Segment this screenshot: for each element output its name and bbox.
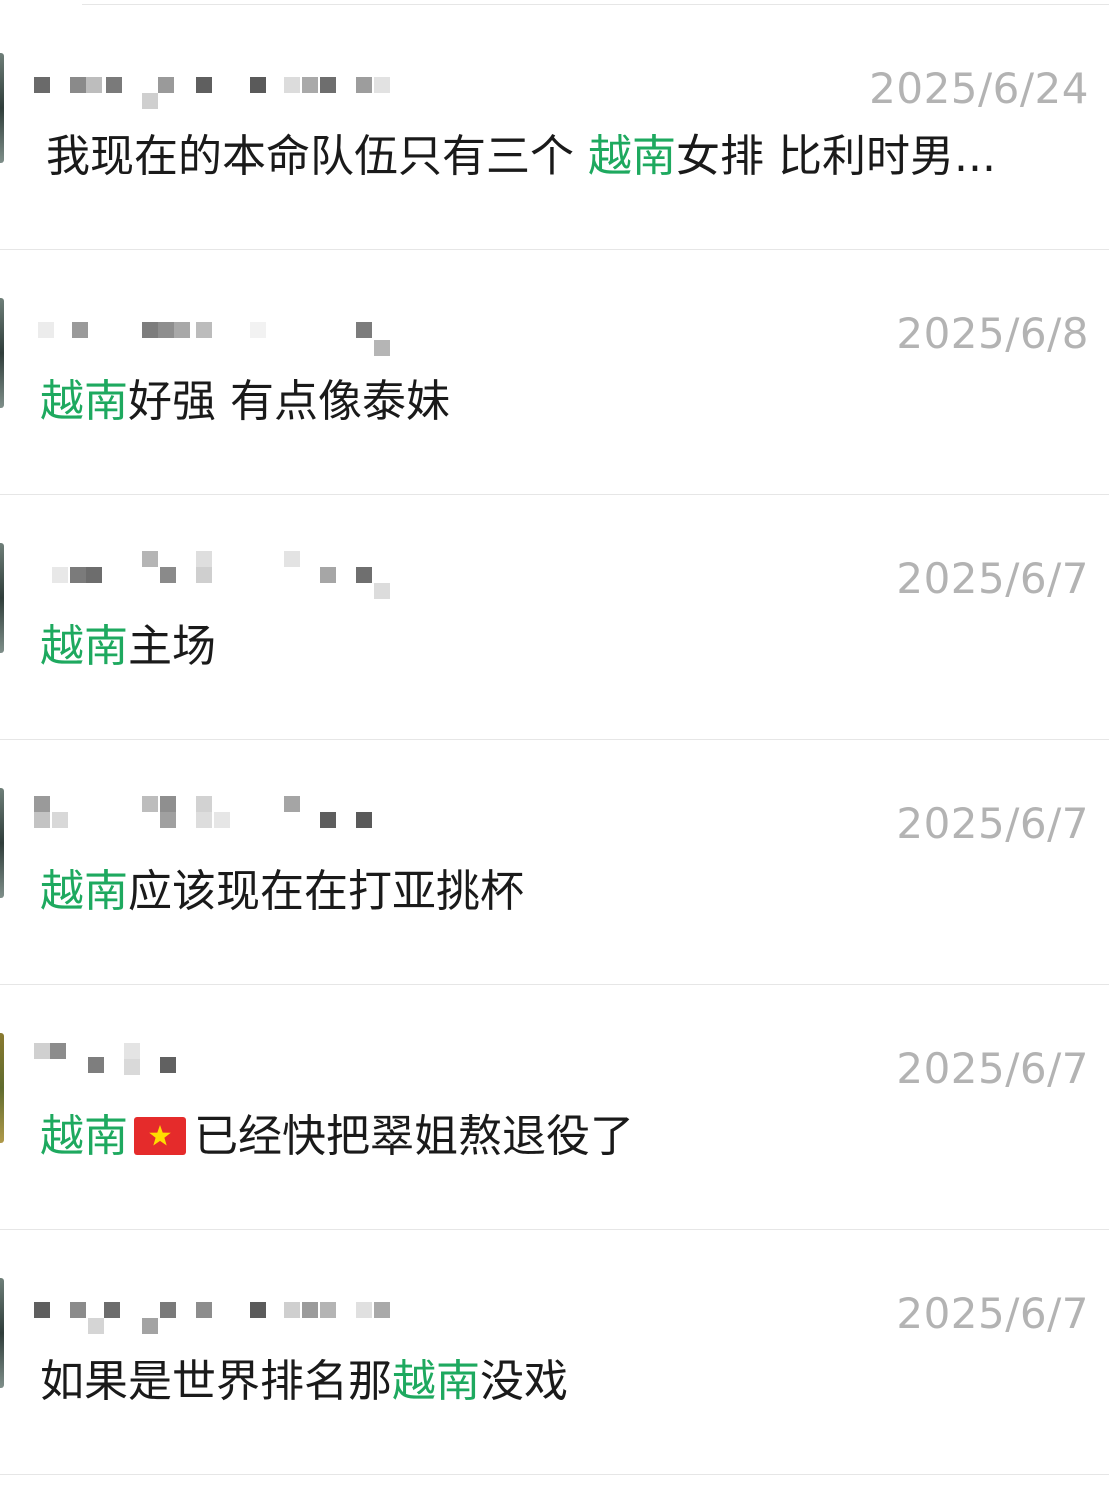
comment-date: 2025/6/8: [896, 309, 1089, 358]
keyword-highlight[interactable]: 越南: [40, 866, 128, 917]
comment-text: 我现在的本命队伍只有三个 越南女排 比利时男...: [46, 125, 1079, 189]
avatar[interactable]: [0, 298, 4, 408]
username-pixelated[interactable]: [34, 67, 394, 111]
keyword-highlight[interactable]: 越南: [392, 1356, 480, 1407]
comment-item[interactable]: 2025/6/7 越南 已经快把翠姐熬退役了: [0, 985, 1109, 1230]
comment-text: 越南主场: [40, 615, 1079, 679]
comment-date: 2025/6/7: [896, 1289, 1089, 1338]
comment-item[interactable]: 2025/6/8 越南好强 有点像泰妹: [0, 250, 1109, 495]
avatar[interactable]: [0, 1278, 4, 1388]
comment-date: 2025/6/7: [896, 1044, 1089, 1093]
username-pixelated[interactable]: [34, 1292, 394, 1336]
comment-text-post: 主场: [128, 621, 216, 672]
username-pixelated[interactable]: [34, 551, 394, 601]
keyword-highlight[interactable]: 越南: [40, 621, 128, 672]
comment-date: 2025/6/7: [896, 799, 1089, 848]
comment-text: 越南应该现在在打亚挑杯: [40, 860, 1079, 924]
username-pixelated[interactable]: [34, 796, 394, 846]
username-pixelated[interactable]: [34, 312, 394, 356]
comment-text-post: 女排 比利时男...: [676, 131, 996, 182]
comment-item[interactable]: 2025/6/24 我现在的本命队伍只有三个 越南女排 比利时男...: [0, 5, 1109, 250]
comment-text-post: 好强 有点像泰妹: [128, 376, 450, 427]
avatar[interactable]: [0, 788, 4, 898]
keyword-highlight[interactable]: 越南: [588, 131, 676, 182]
comment-date: 2025/6/7: [896, 554, 1089, 603]
comment-item[interactable]: 2025/6/7 越南应该现在在打亚挑杯: [0, 740, 1109, 985]
comment-text-post: 没戏: [480, 1356, 568, 1407]
comment-text-post: 已经快把翠姐熬退役了: [194, 1111, 634, 1162]
comment-text-post: 应该现在在打亚挑杯: [128, 866, 524, 917]
comment-text-pre: 如果是世界排名那: [40, 1356, 392, 1407]
comment-text: 越南 已经快把翠姐熬退役了: [40, 1105, 1079, 1169]
keyword-highlight[interactable]: 越南: [40, 1111, 128, 1162]
username-pixelated[interactable]: [34, 1043, 394, 1091]
comment-text-pre: 我现在的本命队伍只有三个: [46, 131, 588, 182]
comment-date: 2025/6/24: [869, 64, 1089, 113]
comment-item[interactable]: 2025/6/7 越南主场: [0, 495, 1109, 740]
avatar[interactable]: [0, 1033, 4, 1143]
comment-text: 越南好强 有点像泰妹: [40, 370, 1079, 434]
comment-text: 如果是世界排名那越南没戏: [40, 1350, 1079, 1414]
avatar[interactable]: [0, 543, 4, 653]
comment-item[interactable]: 2025/6/7 如果是世界排名那越南没戏: [0, 1230, 1109, 1475]
vietnam-flag-icon: [134, 1117, 186, 1155]
avatar[interactable]: [0, 53, 4, 163]
keyword-highlight[interactable]: 越南: [40, 376, 128, 427]
